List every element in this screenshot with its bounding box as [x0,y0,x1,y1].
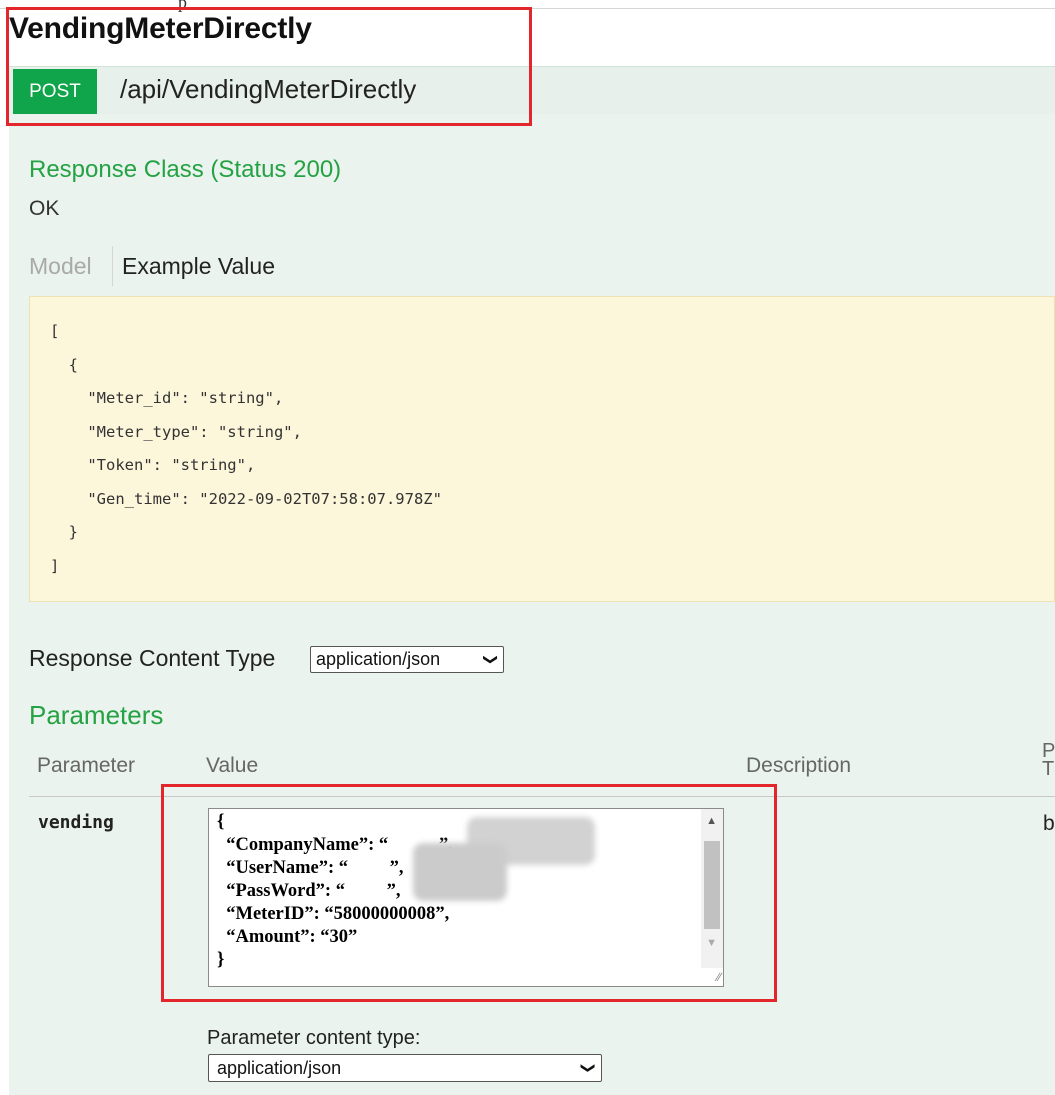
chevron-down-icon: ❯ [483,653,500,666]
column-header-value: Value [206,754,259,777]
column-header-description: Description [746,754,852,777]
response-content-type-select[interactable]: application/json ❯ [310,646,504,673]
parameter-content-type-label: Parameter content type: [207,1027,421,1049]
response-content-type-value: application/json [316,649,441,669]
example-value-box[interactable]: [ { "Meter_id": "string", "Meter_type": … [29,296,1055,602]
parameter-type-cut: b [1043,812,1055,835]
highlight-box-title [6,7,532,126]
tab-example-value[interactable]: Example Value [122,253,275,280]
response-status-text: OK [29,197,60,220]
example-json: [ { "Meter_id": "string", "Meter_type": … [50,322,442,575]
parameter-name: vending [38,812,114,833]
response-content-type-label: Response Content Type [29,645,276,671]
tab-model[interactable]: Model [29,253,92,280]
chevron-down-icon: ❯ [581,1062,598,1074]
response-class-heading: Response Class (Status 200) [29,156,342,183]
parameter-content-type-value: application/json [217,1058,342,1078]
parameters-heading: Parameters [29,700,164,730]
highlight-box-parameter-value [161,784,777,1002]
column-header-parameter: Parameter [37,754,136,777]
column-header-parameter-type: P T [1042,740,1055,780]
tab-divider [112,246,113,286]
parameter-content-type-select[interactable]: application/json ❯ [208,1054,602,1082]
